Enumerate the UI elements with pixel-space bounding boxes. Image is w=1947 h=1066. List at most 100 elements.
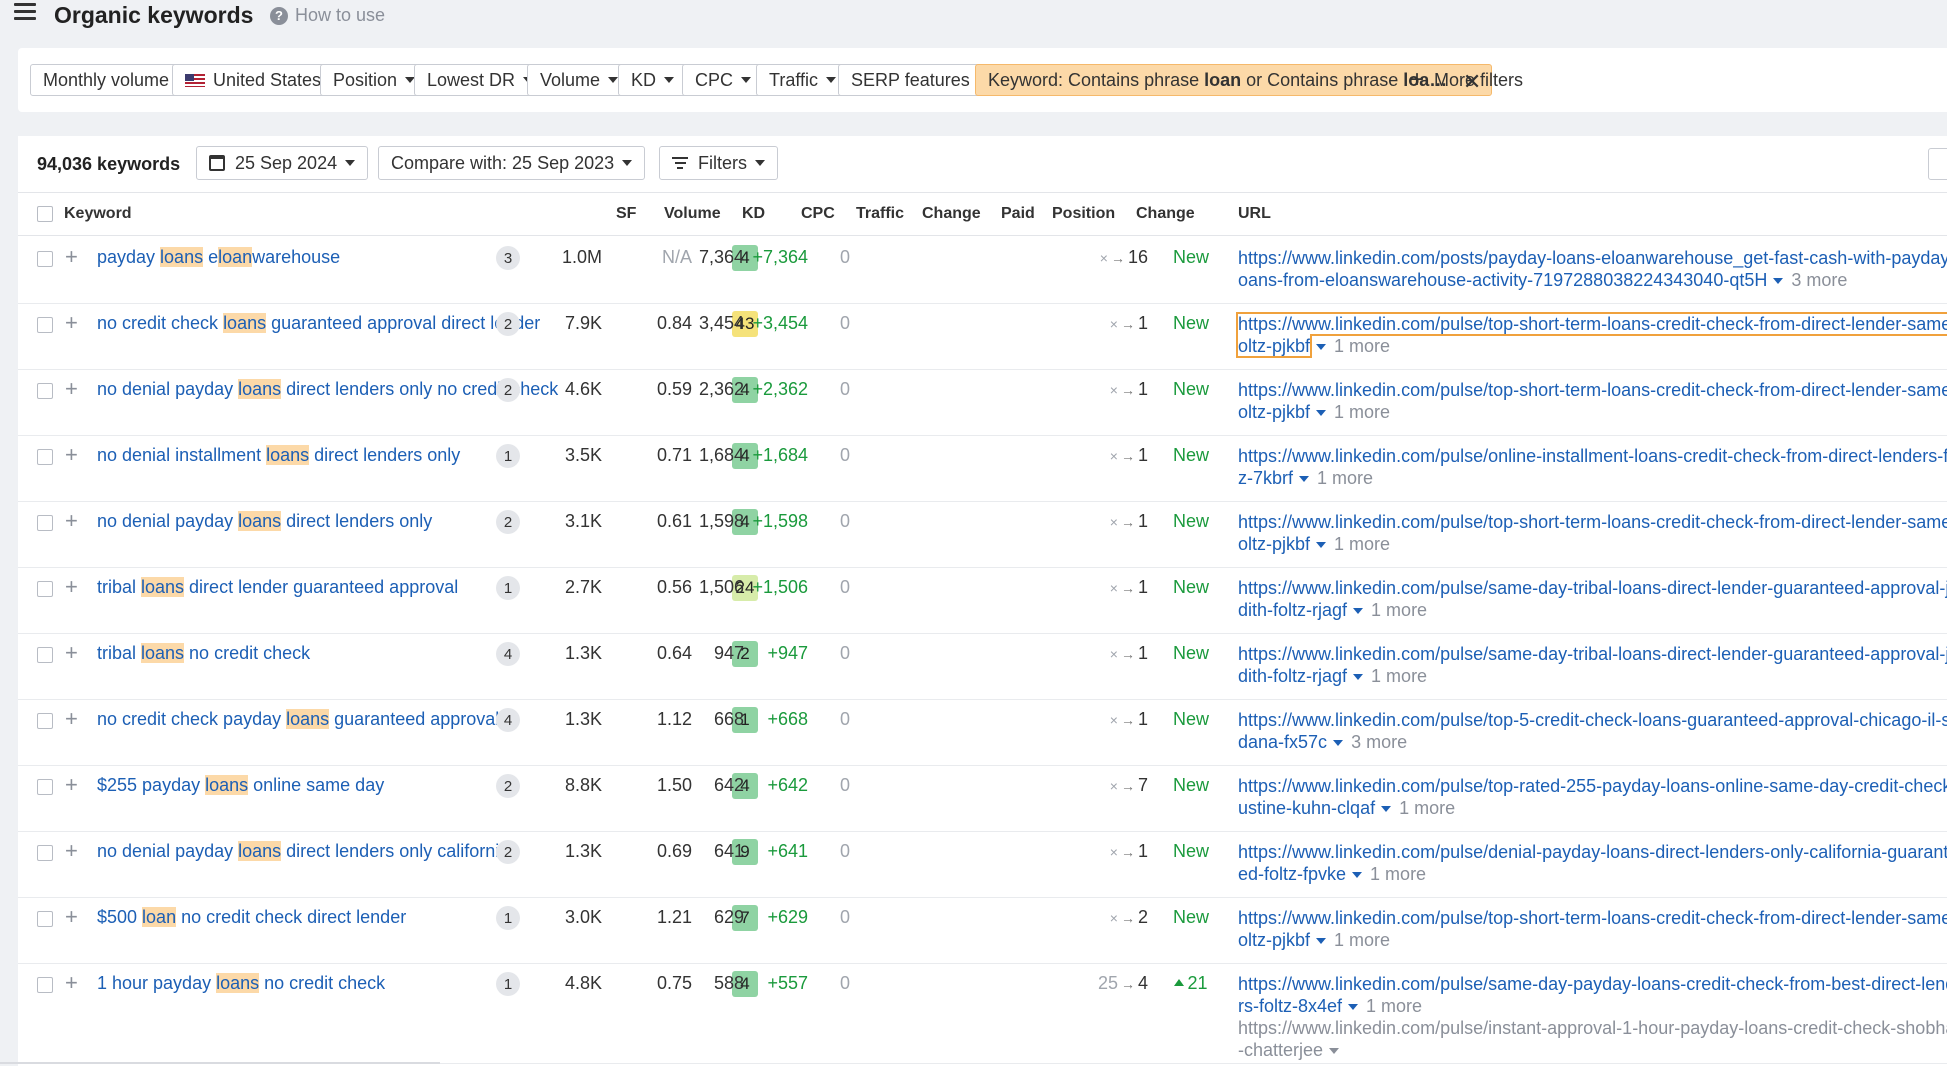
add-to-list-icon[interactable]: + (65, 310, 78, 336)
row-checkbox[interactable] (37, 845, 53, 861)
more-urls-link[interactable]: 1 more (1366, 996, 1422, 1016)
serp-features-badge[interactable]: 4 (496, 708, 520, 732)
chevron-down-icon[interactable] (1773, 278, 1784, 284)
row-checkbox[interactable] (37, 383, 53, 399)
col-position[interactable]: Position (1052, 205, 1115, 223)
col-volume[interactable]: Volume (664, 205, 721, 223)
serp-features-badge[interactable]: 1 (496, 444, 520, 468)
add-to-list-icon[interactable]: + (65, 574, 78, 600)
serp-features-badge[interactable]: 2 (496, 378, 520, 402)
row-checkbox[interactable] (37, 251, 53, 267)
serp-features-badge[interactable]: 3 (496, 246, 520, 270)
add-to-list-icon[interactable]: + (65, 508, 78, 534)
col-paid[interactable]: Paid (1001, 205, 1035, 223)
chevron-down-icon[interactable] (1353, 674, 1364, 680)
select-all-checkbox[interactable] (37, 206, 53, 222)
chevron-down-icon[interactable] (1381, 806, 1392, 812)
chevron-down-icon[interactable] (1329, 1048, 1340, 1054)
serp-features-badge[interactable]: 1 (496, 972, 520, 996)
serp-features-badge[interactable]: 2 (496, 510, 520, 534)
more-urls-link[interactable]: 1 more (1370, 864, 1426, 884)
date-picker[interactable]: 25 Sep 2024 (196, 146, 369, 180)
keyword-link[interactable]: tribal loans direct lender guaranteed ap… (97, 577, 458, 598)
keyword-link[interactable]: payday loans eloanwarehouse (97, 247, 340, 268)
row-checkbox[interactable] (37, 647, 53, 663)
serp-features-badge[interactable]: 1 (496, 576, 520, 600)
url-link[interactable]: https://www.linkedin.com/pulse/denial-pa… (1238, 842, 1947, 884)
keyword-link[interactable]: $255 payday loans online same day (97, 775, 384, 796)
position-filter[interactable]: Position (320, 64, 429, 96)
url-link[interactable]: https://www.linkedin.com/pulse/top-rated… (1238, 776, 1947, 818)
row-checkbox[interactable] (37, 515, 53, 531)
filters-button[interactable]: Filters (659, 146, 778, 180)
more-urls-link[interactable]: 3 more (1791, 270, 1847, 290)
more-urls-link[interactable]: 1 more (1334, 930, 1390, 950)
add-to-list-icon[interactable]: + (65, 244, 78, 270)
col-traffic[interactable]: Traffic (856, 205, 904, 223)
compare-dropdown[interactable]: Compare with: 25 Sep 2023 (378, 146, 646, 180)
add-to-list-icon[interactable]: + (65, 376, 78, 402)
keyword-link[interactable]: no denial payday loans direct lenders on… (97, 511, 432, 532)
add-to-list-icon[interactable]: + (65, 904, 78, 930)
more-urls-link[interactable]: 1 more (1399, 798, 1455, 818)
keyword-link[interactable]: no credit check payday loans guaranteed … (97, 709, 499, 730)
keyword-link[interactable]: tribal loans no credit check (97, 643, 310, 664)
url-link[interactable]: https://www.linkedin.com/pulse/top-5-cre… (1238, 710, 1947, 752)
chevron-down-icon[interactable] (1352, 872, 1363, 878)
row-checkbox[interactable] (37, 713, 53, 729)
serp-features-badge[interactable]: 4 (496, 642, 520, 666)
chevron-down-icon[interactable] (1316, 344, 1327, 350)
how-to-use-link[interactable]: ? How to use (270, 5, 385, 26)
chevron-down-icon[interactable] (1316, 938, 1327, 944)
secondary-url-link[interactable]: https://www.linkedin.com/pulse/instant-a… (1238, 1017, 1947, 1061)
serp-features-badge[interactable]: 2 (496, 840, 520, 864)
more-urls-link[interactable]: 1 more (1334, 534, 1390, 554)
chevron-down-icon[interactable] (1333, 740, 1344, 746)
columns-toggle-button[interactable] (1928, 148, 1947, 180)
row-checkbox[interactable] (37, 779, 53, 795)
row-checkbox[interactable] (37, 911, 53, 927)
more-urls-link[interactable]: 3 more (1351, 732, 1407, 752)
serp-features-badge[interactable]: 2 (496, 312, 520, 336)
traffic-filter[interactable]: Traffic (756, 64, 850, 96)
url-link[interactable]: https://www.linkedin.com/pulse/same-day-… (1238, 974, 1947, 1016)
more-filters-button[interactable]: + More filters (1410, 64, 1523, 96)
serp-features-badge[interactable]: 1 (496, 906, 520, 930)
url-link[interactable]: https://www.linkedin.com/pulse/same-day-… (1238, 644, 1947, 686)
chevron-down-icon[interactable] (1316, 542, 1327, 548)
cpc-filter[interactable]: CPC (682, 64, 765, 96)
kd-filter[interactable]: KD (618, 64, 688, 96)
add-to-list-icon[interactable]: + (65, 772, 78, 798)
add-to-list-icon[interactable]: + (65, 442, 78, 468)
col-kd[interactable]: KD (742, 205, 765, 223)
add-to-list-icon[interactable]: + (65, 838, 78, 864)
keyword-link[interactable]: no denial installment loans direct lende… (97, 445, 460, 466)
row-checkbox[interactable] (37, 317, 53, 333)
col-cpc[interactable]: CPC (801, 205, 835, 223)
serp-features-badge[interactable]: 2 (496, 774, 520, 798)
chevron-down-icon[interactable] (1316, 410, 1327, 416)
menu-icon[interactable] (14, 3, 36, 23)
add-to-list-icon[interactable]: + (65, 640, 78, 666)
keyword-link[interactable]: no credit check loans guaranteed approva… (97, 313, 540, 334)
more-urls-link[interactable]: 1 more (1334, 402, 1390, 422)
col-change[interactable]: Change (922, 205, 981, 223)
row-checkbox[interactable] (37, 977, 53, 993)
row-checkbox[interactable] (37, 449, 53, 465)
url-link[interactable]: https://www.linkedin.com/pulse/same-day-… (1238, 578, 1947, 620)
add-to-list-icon[interactable]: + (65, 706, 78, 732)
col-keyword[interactable]: Keyword (64, 205, 132, 223)
add-to-list-icon[interactable]: + (65, 970, 78, 996)
keyword-link[interactable]: 1 hour payday loans no credit check (97, 973, 385, 994)
chevron-down-icon[interactable] (1353, 608, 1364, 614)
col-sf[interactable]: SF (616, 205, 636, 223)
col-url[interactable]: URL (1238, 205, 1271, 223)
keyword-link[interactable]: no denial payday loans direct lenders on… (97, 841, 509, 862)
keyword-link[interactable]: $500 loan no credit check direct lender (97, 907, 406, 928)
chevron-down-icon[interactable] (1348, 1004, 1359, 1010)
more-urls-link[interactable]: 1 more (1317, 468, 1373, 488)
keyword-link[interactable]: no denial payday loans direct lenders on… (97, 379, 558, 400)
row-checkbox[interactable] (37, 581, 53, 597)
more-urls-link[interactable]: 1 more (1371, 666, 1427, 686)
col-position-change[interactable]: Change (1136, 205, 1195, 223)
